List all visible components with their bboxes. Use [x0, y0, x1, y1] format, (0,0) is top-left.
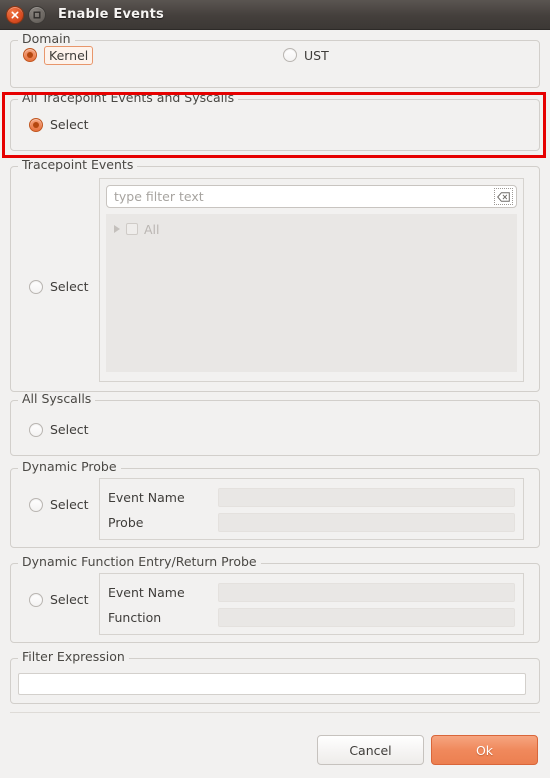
tracepoint-tree-panel: All: [99, 178, 524, 382]
radio-domain-ust[interactable]: UST: [283, 48, 329, 63]
radio-tracepoint-events-indicator[interactable]: [29, 279, 43, 294]
dynamic-function-probe-fields: Event Name Function: [99, 573, 524, 635]
dynamic-probe-probe-row: Probe: [108, 510, 515, 535]
dynamic-function-probe-group-title: Dynamic Function Entry/Return Probe: [18, 555, 261, 569]
tree-item-all[interactable]: All: [110, 220, 513, 238]
footer-separator: [10, 712, 540, 713]
all-syscalls-group-title: All Syscalls: [18, 392, 96, 406]
dynamic-probe-group-title: Dynamic Probe: [18, 460, 121, 474]
domain-group: Domain Kernel UST: [10, 32, 540, 88]
dynamic-function-function-label: Function: [108, 610, 162, 625]
window-title: Enable Events: [58, 7, 164, 22]
all-tracepoint-events-group: All Tracepoint Events and Syscalls Selec…: [10, 91, 540, 151]
radio-domain-kernel[interactable]: Kernel: [23, 45, 94, 65]
filter-input[interactable]: [107, 186, 516, 207]
tracepoint-tree[interactable]: All: [106, 214, 517, 372]
maximize-icon[interactable]: [28, 5, 46, 24]
radio-dynamic-function-probe[interactable]: Select: [29, 592, 89, 607]
dynamic-probe-group: Dynamic Probe Select Event Name Probe: [10, 460, 540, 548]
tree-item-all-checkbox[interactable]: [126, 223, 138, 235]
radio-dynamic-probe-label: Select: [50, 497, 89, 512]
dynamic-probe-probe-label: Probe: [108, 515, 144, 530]
dynamic-probe-event-name-label: Event Name: [108, 490, 185, 505]
dynamic-function-function-row: Function: [108, 605, 515, 630]
dynamic-probe-event-name-input[interactable]: [218, 488, 515, 507]
cancel-button[interactable]: Cancel: [317, 735, 424, 765]
close-icon[interactable]: [6, 5, 24, 24]
radio-all-tracepoint-events-label: Select: [50, 117, 89, 132]
ok-button[interactable]: Ok: [431, 735, 538, 765]
dynamic-function-event-name-row: Event Name: [108, 580, 515, 605]
radio-all-tracepoint-events-indicator[interactable]: [29, 117, 43, 132]
dynamic-probe-event-name-row: Event Name: [108, 485, 515, 510]
dynamic-function-function-input[interactable]: [218, 608, 515, 627]
dynamic-function-event-name-label: Event Name: [108, 585, 185, 600]
all-syscalls-group: All Syscalls Select: [10, 392, 540, 456]
dynamic-probe-fields: Event Name Probe: [99, 478, 524, 540]
all-tracepoint-events-group-title: All Tracepoint Events and Syscalls: [18, 91, 239, 105]
dynamic-probe-probe-input[interactable]: [218, 513, 515, 532]
radio-dynamic-probe-indicator[interactable]: [29, 497, 43, 512]
radio-all-syscalls-label: Select: [50, 422, 89, 437]
filter-expression-input[interactable]: [18, 673, 526, 695]
expand-arrow-icon[interactable]: [114, 225, 120, 233]
radio-dynamic-function-probe-label: Select: [50, 592, 89, 607]
title-bar: Enable Events: [0, 0, 550, 30]
tracepoint-events-group: Tracepoint Events Select All: [10, 158, 540, 392]
radio-all-syscalls-indicator[interactable]: [29, 422, 43, 437]
radio-domain-ust-label: UST: [304, 47, 329, 63]
dynamic-function-event-name-input[interactable]: [218, 583, 515, 602]
radio-domain-kernel-indicator[interactable]: [23, 48, 37, 62]
radio-dynamic-probe[interactable]: Select: [29, 497, 89, 512]
radio-dynamic-function-probe-indicator[interactable]: [29, 592, 43, 607]
tree-item-all-label: All: [144, 221, 160, 237]
radio-all-tracepoint-events[interactable]: Select: [29, 117, 89, 132]
filter-field-wrapper[interactable]: [106, 185, 517, 208]
filter-expression-group-title: Filter Expression: [18, 650, 129, 664]
radio-tracepoint-events[interactable]: Select: [29, 279, 89, 294]
radio-all-syscalls[interactable]: Select: [29, 422, 89, 437]
filter-expression-group: Filter Expression: [10, 650, 540, 704]
domain-group-title: Domain: [18, 32, 75, 46]
clear-filter-icon[interactable]: [494, 188, 513, 205]
radio-domain-ust-indicator[interactable]: [283, 48, 297, 62]
tracepoint-events-group-title: Tracepoint Events: [18, 158, 138, 172]
radio-domain-kernel-label: Kernel: [44, 45, 94, 65]
radio-tracepoint-events-label: Select: [50, 279, 89, 294]
enable-events-dialog: Enable Events Domain Kernel UST All Trac…: [0, 0, 550, 778]
dynamic-function-probe-group: Dynamic Function Entry/Return Probe Sele…: [10, 555, 540, 643]
